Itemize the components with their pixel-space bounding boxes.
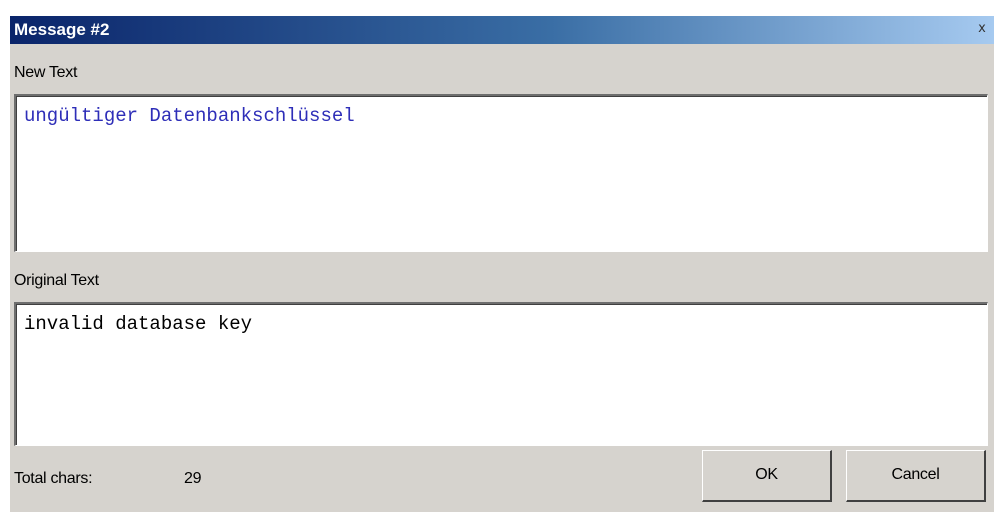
new-text-field[interactable]: ungültiger Datenbankschlüssel xyxy=(14,94,988,252)
original-text-field[interactable]: invalid database key xyxy=(14,302,988,446)
total-chars-value: 29 xyxy=(184,470,202,487)
close-icon[interactable]: x xyxy=(974,21,990,37)
new-text-label: New Text xyxy=(14,64,78,81)
original-text-label: Original Text xyxy=(14,272,99,289)
title-bar[interactable]: Message #2 x xyxy=(10,16,994,44)
total-chars-label: Total chars: xyxy=(14,470,93,487)
window-title: Message #2 xyxy=(14,20,110,39)
ok-button[interactable]: OK xyxy=(702,450,832,502)
message-dialog: Message #2 x New Text ungültiger Datenba… xyxy=(10,16,994,512)
new-text-value: ungültiger Datenbankschlüssel xyxy=(24,105,355,127)
original-text-value: invalid database key xyxy=(24,313,253,335)
cancel-button[interactable]: Cancel xyxy=(846,450,986,502)
